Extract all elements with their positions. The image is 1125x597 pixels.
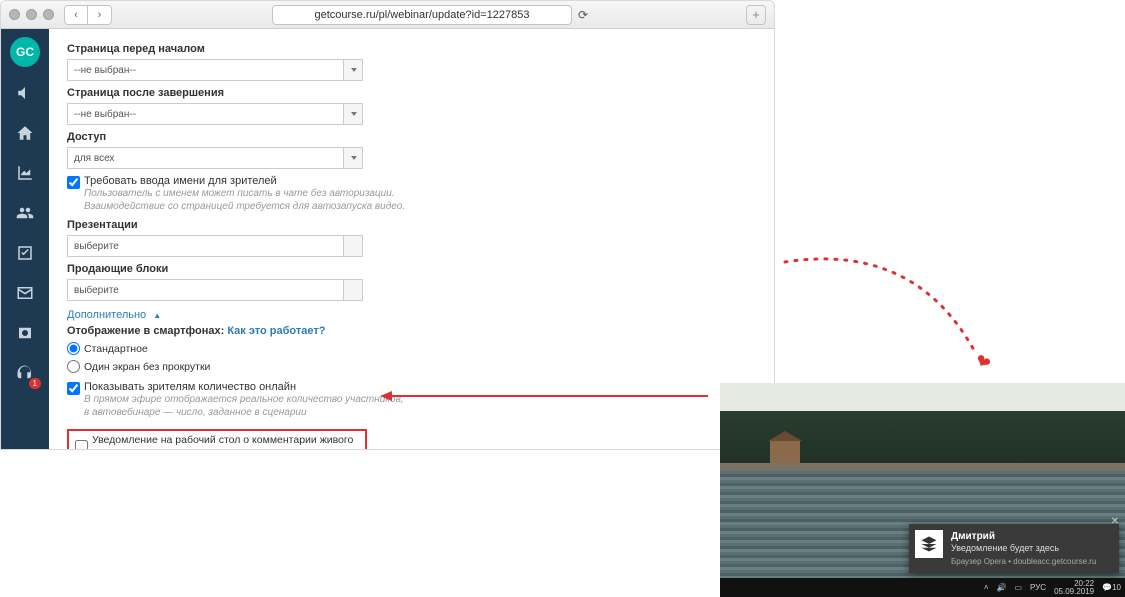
presentations-label: Презентации xyxy=(67,219,756,231)
selling-blocks-select[interactable]: выберите xyxy=(67,279,363,301)
page-before-label: Страница перед началом xyxy=(67,43,756,55)
tray-up-icon[interactable]: ˄ xyxy=(984,583,989,592)
tray-battery-icon[interactable]: ▭ xyxy=(1014,583,1022,592)
show-online-label: Показывать зрителям количество онлайн xyxy=(84,381,296,393)
notification-toast[interactable]: ✕ Дмитрий Уведомление будет здесь Браузе… xyxy=(909,524,1119,573)
url-bar[interactable]: getcourse.ru/pl/webinar/update?id=122785… xyxy=(272,5,572,25)
dotted-curve xyxy=(775,252,995,392)
radio-onescreen-label: Один экран без прокрутки xyxy=(84,361,210,373)
how-works-link[interactable]: Как это работает? xyxy=(227,325,325,337)
close-dot[interactable] xyxy=(9,9,20,20)
require-name-label: Требовать ввода имени для зрителей xyxy=(84,175,277,187)
selling-blocks-label: Продающие блоки xyxy=(67,263,756,275)
presentations-select[interactable]: выберите xyxy=(67,235,363,257)
page-after-label: Страница после завершения xyxy=(67,87,756,99)
require-name-checkbox[interactable] xyxy=(67,176,80,189)
toast-app-icon xyxy=(915,530,943,558)
advanced-arrow-icon: ▲ xyxy=(153,311,161,320)
chart-icon[interactable] xyxy=(1,153,49,193)
desktop-notif-highlight: Уведомление на рабочий стол о комментари… xyxy=(67,429,367,449)
gc-logo[interactable]: GC xyxy=(10,37,40,67)
users-icon[interactable] xyxy=(1,193,49,233)
windows-taskbar: ˄ 🔊 ▭ РУС 20:22 05.09.2019 💬10 xyxy=(720,578,1125,597)
page-before-select[interactable]: --не выбран-- xyxy=(67,59,363,81)
back-button[interactable]: ‹ xyxy=(64,5,88,25)
sidebar: GC 1 xyxy=(1,29,49,449)
nav-arrows: ‹ › xyxy=(64,5,112,25)
check-icon[interactable] xyxy=(1,233,49,273)
toast-subtitle: Браузер Opera • doubleacc.getcourse.ru xyxy=(951,557,1113,567)
support-icon[interactable]: 1 xyxy=(1,353,49,393)
home-icon[interactable] xyxy=(1,113,49,153)
radio-onescreen[interactable] xyxy=(67,360,80,373)
tray-volume-icon[interactable]: 🔊 xyxy=(997,583,1007,592)
maximize-dot[interactable] xyxy=(43,9,54,20)
tray-notif-icon[interactable]: 💬10 xyxy=(1102,583,1121,592)
browser-titlebar: ‹ › getcourse.ru/pl/webinar/update?id=12… xyxy=(1,1,774,29)
toast-close-icon[interactable]: ✕ xyxy=(1111,516,1119,527)
smartphone-display-label: Отображение в смартфонах: xyxy=(67,325,224,337)
refresh-button[interactable]: ⟳ xyxy=(578,5,588,25)
access-select[interactable]: для всех xyxy=(67,147,363,169)
require-name-hint: Пользователь с именем может писать в чат… xyxy=(84,188,395,199)
notification-badge: 1 xyxy=(29,378,41,389)
mail-icon[interactable] xyxy=(1,273,49,313)
browser-window: ‹ › getcourse.ru/pl/webinar/update?id=12… xyxy=(0,0,775,450)
forward-button[interactable]: › xyxy=(88,5,112,25)
taskbar-clock[interactable]: 20:22 05.09.2019 xyxy=(1054,580,1094,596)
minimize-dot[interactable] xyxy=(26,9,37,20)
show-online-checkbox[interactable] xyxy=(67,382,80,395)
form-area: Страница перед началом --не выбран-- Стр… xyxy=(49,29,774,449)
show-online-hint1: В прямом эфире отображается реальное кол… xyxy=(84,394,404,405)
radio-standard-label: Стандартное xyxy=(84,343,148,355)
page-after-select[interactable]: --не выбран-- xyxy=(67,103,363,125)
new-tab-button[interactable]: + xyxy=(746,5,766,25)
require-name-hint2: Взаимодействие со страницей требуется дл… xyxy=(84,201,405,212)
advanced-link[interactable]: Дополнительно xyxy=(67,309,146,321)
desktop-preview: ✕ Дмитрий Уведомление будет здесь Браузе… xyxy=(720,383,1125,597)
annotation-arrowhead xyxy=(380,391,392,401)
toast-body-text: Уведомление будет здесь xyxy=(951,543,1113,555)
toast-title: Дмитрий xyxy=(951,530,1113,543)
camera-icon[interactable] xyxy=(1,313,49,353)
desktop-notif-checkbox[interactable] xyxy=(75,440,88,450)
traffic-lights xyxy=(9,9,54,20)
annotation-arrow xyxy=(388,395,708,397)
tray-lang[interactable]: РУС xyxy=(1030,583,1046,592)
show-online-hint2: в автовебинаре — число, заданное в сцена… xyxy=(84,407,307,418)
access-label: Доступ xyxy=(67,131,756,143)
radio-standard[interactable] xyxy=(67,342,80,355)
sound-icon[interactable] xyxy=(1,73,49,113)
desktop-notif-label: Уведомление на рабочий стол о комментари… xyxy=(92,434,359,449)
